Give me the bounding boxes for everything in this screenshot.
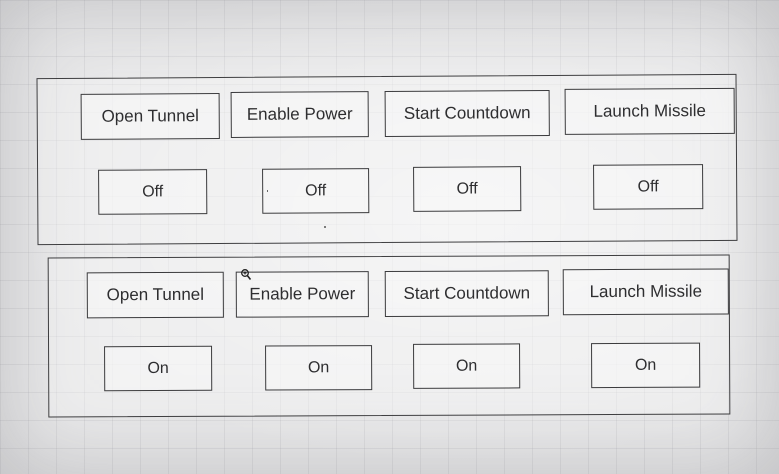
speck [267,190,268,192]
enable-power-button[interactable]: Enable Power [235,271,369,318]
speck [324,226,326,228]
enable-power-button[interactable]: Enable Power [230,91,369,138]
launch-missile-button[interactable]: Launch Missile [562,268,729,316]
enable-power-toggle[interactable]: Off [262,168,370,214]
control-panel-on: Open Tunnel Enable Power Start Countdown… [47,254,731,418]
start-countdown-button[interactable]: Start Countdown [384,90,550,138]
open-tunnel-toggle[interactable]: Off [98,169,208,215]
launch-missile-toggle[interactable]: On [591,342,701,389]
open-tunnel-toggle[interactable]: On [104,345,213,392]
start-countdown-toggle[interactable]: On [413,343,521,389]
open-tunnel-button[interactable]: Open Tunnel [86,271,224,319]
launch-missile-button[interactable]: Launch Missile [564,87,735,135]
start-countdown-button[interactable]: Start Countdown [384,270,549,318]
launch-missile-toggle[interactable]: Off [593,164,704,210]
magnifier-cursor-icon [241,269,252,280]
enable-power-toggle[interactable]: On [265,345,373,391]
open-tunnel-button[interactable]: Open Tunnel [80,93,220,140]
control-panel-off: Open Tunnel Enable Power Start Countdown… [36,73,738,246]
start-countdown-toggle[interactable]: Off [413,166,522,212]
